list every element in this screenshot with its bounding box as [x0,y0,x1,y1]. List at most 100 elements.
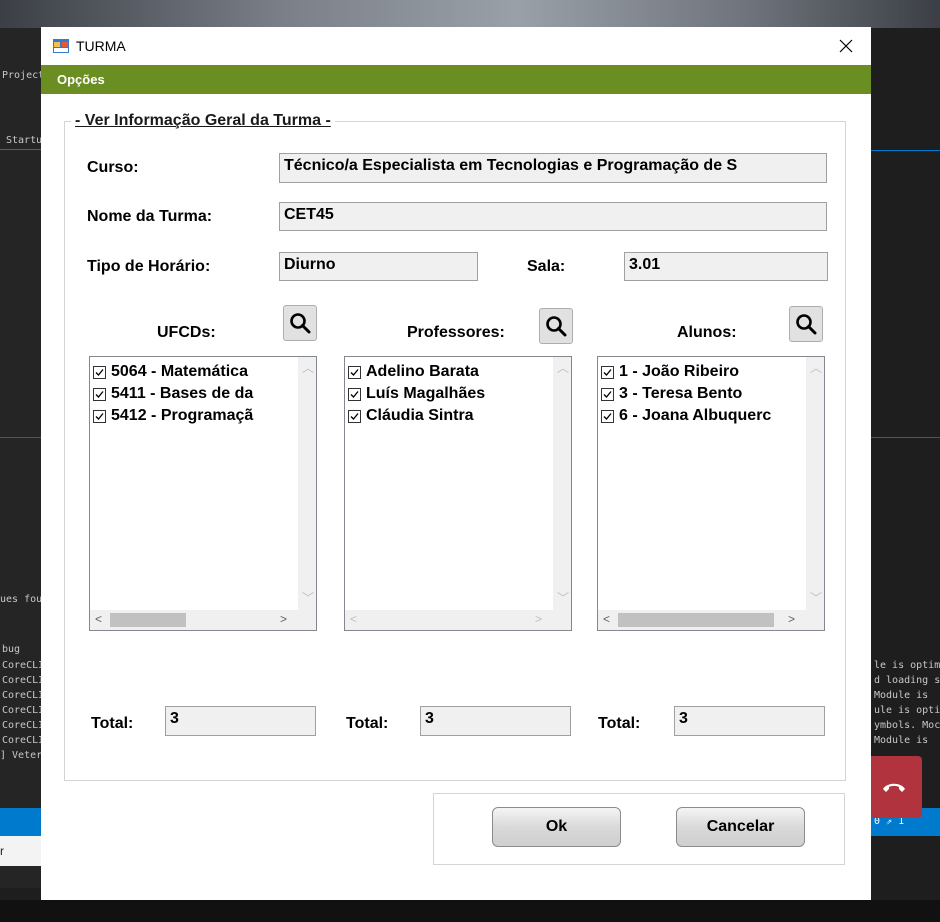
checkbox-checked-icon[interactable] [601,365,614,379]
tipo-horario-field[interactable]: Diurno [279,252,478,281]
ufcds-label: UFCDs: [157,324,216,341]
ufcd-item[interactable]: 5064 - Matemática [93,361,248,383]
sala-label: Sala: [527,258,566,275]
ide-status-bar [0,808,42,836]
vertical-scrollbar[interactable]: ︿ ﹀ [553,357,571,612]
menu-opcoes[interactable]: Opções [57,72,105,87]
search-icon [546,316,567,337]
ufcds-search-button[interactable] [283,305,317,341]
professor-item[interactable]: Luís Magalhães [348,383,485,405]
aluno-item[interactable]: 1 - João Ribeiro [601,361,739,383]
ide-label: CoreCLI [2,660,45,671]
checkbox-checked-icon[interactable] [348,387,361,401]
alunos-label: Alunos: [677,324,737,341]
professor-item[interactable]: Cláudia Sintra [348,405,474,427]
ide-left-panel: Project Startup ues foun bug CoreCLI Cor… [0,28,48,888]
ide-divider [870,437,940,438]
dialog-title-bar[interactable]: TURMA [41,27,871,65]
professores-label: Professores: [407,324,505,341]
ide-label: ymbols. Moc [874,720,940,731]
ufcd-item-label: 5412 - Programaçã [111,407,254,424]
ide-label: CoreCLI [2,735,45,746]
curso-label: Curso: [87,159,139,176]
ide-label: CoreCLI [2,675,45,686]
checkbox-checked-icon[interactable] [93,387,106,401]
vertical-scrollbar[interactable]: ︿ ﹀ [806,357,824,612]
nome-turma-label: Nome da Turma: [87,208,213,225]
ok-button[interactable]: Ok [492,807,621,847]
ide-label: le is optim [874,660,940,671]
scroll-right-icon[interactable]: > [788,612,795,626]
scroll-down-icon[interactable]: ﹀ [810,589,822,606]
tipo-horario-label: Tipo de Horário: [87,258,211,275]
scroll-up-icon[interactable]: ︿ [810,359,822,376]
scroll-left-icon[interactable]: < [95,612,102,626]
ide-label: bug [2,644,21,655]
nome-turma-field[interactable]: CET45 [279,202,827,231]
scroll-right-icon[interactable]: > [280,612,287,626]
close-icon [839,39,853,53]
scroll-thumb[interactable] [618,613,774,627]
aluno-item[interactable]: 6 - Joana Albuquerc [601,405,771,427]
horizontal-scrollbar[interactable]: < > [345,610,571,630]
cancel-button[interactable]: Cancelar [676,807,805,847]
checkbox-checked-icon[interactable] [93,365,106,379]
ide-label: Module is [874,735,929,746]
professor-item-label: Cláudia Sintra [366,407,474,424]
checkbox-checked-icon[interactable] [601,409,614,423]
turma-dialog: TURMA Opções - Ver Informação Geral da T… [41,27,871,900]
checkbox-checked-icon[interactable] [348,365,361,379]
scroll-up-icon[interactable]: ︿ [557,359,569,376]
aluno-item[interactable]: 3 - Teresa Bento [601,383,742,405]
ide-label: CoreCLI [2,690,45,701]
aluno-item-label: 3 - Teresa Bento [619,385,743,402]
sala-field[interactable]: 3.01 [624,252,828,281]
alunos-listbox[interactable]: 1 - João Ribeiro 3 - Teresa Bento 6 - Jo… [597,356,825,631]
ide-label: r [0,844,4,858]
hang-up-call-button[interactable] [866,756,922,818]
search-icon [796,314,817,335]
ufcd-item-label: 5064 - Matemática [111,363,248,380]
scroll-right-icon[interactable]: > [535,612,542,626]
scroll-left-icon[interactable]: < [603,612,610,626]
horizontal-scrollbar[interactable]: < > [90,610,316,630]
ide-divider [0,437,42,438]
professores-total-label: Total: [346,715,389,732]
checkbox-checked-icon[interactable] [348,409,361,423]
curso-field[interactable]: Técnico/a Especialista em Tecnologias e … [279,153,827,183]
scroll-thumb[interactable] [110,613,186,627]
ufcds-listbox[interactable]: 5064 - Matemática 5411 - Bases de da 541… [89,356,317,631]
scroll-down-icon[interactable]: ﹀ [302,589,314,606]
ide-label: ule is opti [874,705,940,716]
scroll-up-icon[interactable]: ︿ [302,359,314,376]
aluno-item-label: 6 - Joana Albuquerc [619,407,772,424]
phone-hangup-icon [883,783,905,792]
horizontal-scrollbar[interactable]: < > [598,610,824,630]
ufcd-item[interactable]: 5411 - Bases de da [93,383,253,405]
ufcd-item[interactable]: 5412 - Programaçã [93,405,253,427]
ide-bottom-panel: r [0,836,42,866]
ide-label: Project [2,70,45,81]
app-window-icon [53,39,69,53]
ide-label: ] Veter [0,750,43,761]
scroll-left-icon[interactable]: < [350,612,357,626]
close-button[interactable] [831,33,861,59]
professores-listbox[interactable]: Adelino Barata Luís Magalhães Cláudia Si… [344,356,572,631]
ide-label: CoreCLI [2,720,45,731]
ide-tab-underline [0,149,42,150]
ide-tab-underline [870,150,940,151]
dialog-title: TURMA [76,38,126,54]
professor-item[interactable]: Adelino Barata [348,361,479,383]
vertical-scrollbar[interactable]: ︿ ﹀ [298,357,316,612]
taskbar-strip [0,900,940,922]
professores-total-field[interactable]: 3 [420,706,571,736]
alunos-total-field[interactable]: 3 [674,706,825,736]
scroll-down-icon[interactable]: ﹀ [557,589,569,606]
ufcds-total-field[interactable]: 3 [165,706,316,736]
professores-search-button[interactable] [539,308,573,344]
professor-item-label: Luís Magalhães [366,385,486,402]
alunos-search-button[interactable] [789,306,823,342]
ide-label: Module is [874,690,929,701]
checkbox-checked-icon[interactable] [601,387,614,401]
checkbox-checked-icon[interactable] [93,409,106,423]
